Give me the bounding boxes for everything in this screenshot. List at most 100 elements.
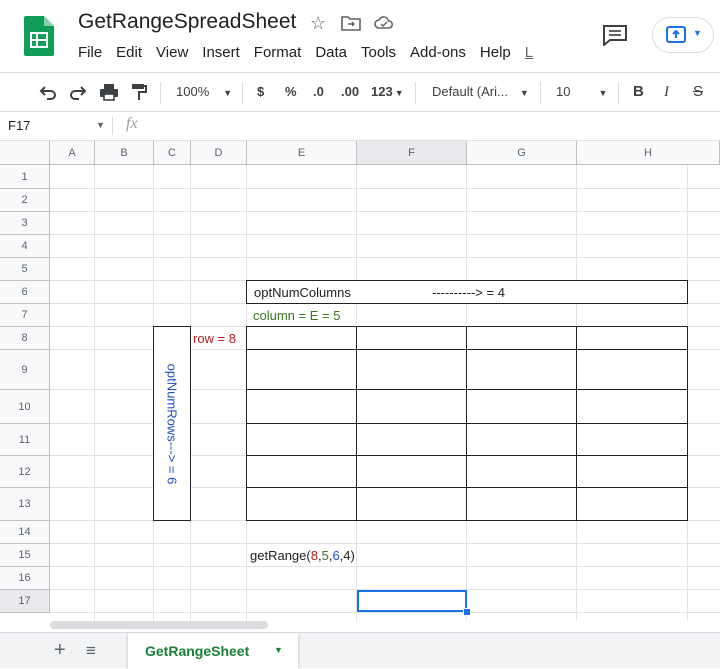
fill-handle[interactable] xyxy=(463,608,471,616)
sheet-tab-getrangesheet[interactable]: GetRangeSheet ▼ xyxy=(128,633,298,669)
gridline xyxy=(50,257,720,258)
gridline xyxy=(94,165,95,621)
chevron-down-icon[interactable]: ▼ xyxy=(96,120,105,130)
chevron-down-icon: ▼ xyxy=(598,87,608,98)
range-border xyxy=(246,520,688,521)
bold-button[interactable]: B xyxy=(633,83,644,101)
row-header-2[interactable]: 2 xyxy=(0,189,50,212)
present-button[interactable]: ▼ xyxy=(652,17,714,53)
chevron-down-icon: ▼ xyxy=(519,87,529,98)
select-all-corner[interactable] xyxy=(0,141,50,165)
chevron-down-icon: ▼ xyxy=(223,87,233,98)
menu-format[interactable]: Format xyxy=(254,44,302,61)
row-header-16[interactable]: 16 xyxy=(0,567,50,590)
row-header-13[interactable]: 13 xyxy=(0,488,50,521)
chevron-down-icon: ▼ xyxy=(394,87,404,98)
menu-file[interactable]: File xyxy=(78,44,102,61)
font-family-select[interactable]: Default (Ari... ▼ xyxy=(432,83,529,102)
percent-format-button[interactable]: % xyxy=(285,83,297,101)
formula-row-arg: 8 xyxy=(310,548,318,563)
toolbar-divider xyxy=(160,82,161,104)
range-border xyxy=(246,349,688,350)
gridline xyxy=(50,211,720,212)
row-header-7[interactable]: 7 xyxy=(0,304,50,327)
formula-suffix: ) xyxy=(350,548,355,563)
column-header-f[interactable]: F xyxy=(357,141,467,165)
menu-view[interactable]: View xyxy=(156,44,188,61)
cell-border xyxy=(246,280,688,281)
print-icon[interactable] xyxy=(99,83,119,101)
cell-border xyxy=(153,326,191,327)
menu-tools[interactable]: Tools xyxy=(361,44,396,61)
column-header-g[interactable]: G xyxy=(467,141,577,165)
row-header-3[interactable]: 3 xyxy=(0,212,50,235)
cell-e6-label: optNumColumns xyxy=(254,285,351,300)
all-sheets-icon[interactable]: ≡ xyxy=(86,641,96,661)
increase-decimal-button[interactable]: .00 xyxy=(341,83,359,101)
menu-help[interactable]: Help xyxy=(480,44,511,61)
formula-column-arg: 5 xyxy=(321,548,329,563)
column-header-a[interactable]: A xyxy=(50,141,95,165)
range-border xyxy=(246,487,688,488)
menu-edit[interactable]: Edit xyxy=(116,44,142,61)
column-header-b[interactable]: B xyxy=(95,141,154,165)
toolbar: 100% ▼ $ % .0 .00 123 ▼ Default (Ari... ▼ 1… xyxy=(0,72,720,112)
selected-cell-f17[interactable] xyxy=(357,590,467,612)
star-icon[interactable]: ☆ xyxy=(310,12,326,34)
row-header-12[interactable]: 12 xyxy=(0,456,50,488)
range-border xyxy=(246,455,688,456)
range-border xyxy=(246,326,247,521)
chevron-down-icon[interactable]: ▼ xyxy=(274,645,283,655)
row-header-4[interactable]: 4 xyxy=(0,235,50,258)
row-header-1[interactable]: 1 xyxy=(0,165,50,189)
redo-icon[interactable] xyxy=(68,83,88,101)
formula-numrows-arg: 6 xyxy=(332,548,340,563)
row-header-10[interactable]: 10 xyxy=(0,390,50,424)
undo-icon[interactable] xyxy=(38,83,58,101)
horizontal-scrollbar[interactable] xyxy=(50,621,268,629)
column-header-d[interactable]: D xyxy=(191,141,247,165)
sheets-logo-icon[interactable] xyxy=(24,16,54,56)
paint-format-icon[interactable] xyxy=(130,83,148,101)
row-header-11[interactable]: 11 xyxy=(0,424,50,456)
row-header-17[interactable]: 17 xyxy=(0,590,50,613)
range-border xyxy=(687,326,688,521)
cell-border xyxy=(687,280,688,304)
cell-border xyxy=(246,303,688,304)
sheet-tab-bar: + ≡ GetRangeSheet ▼ xyxy=(0,632,720,669)
cell-c8-rotated: optNumRows---> = 6 xyxy=(164,363,180,485)
present-dropdown-icon[interactable]: ▼ xyxy=(693,28,702,38)
row-header-8[interactable]: 8 xyxy=(0,327,50,350)
menu-data[interactable]: Data xyxy=(315,44,347,61)
zoom-select[interactable]: 100% ▼ xyxy=(176,83,232,102)
formula-divider xyxy=(112,117,113,135)
toolbar-divider xyxy=(618,82,619,104)
strikethrough-button[interactable]: S xyxy=(693,83,703,101)
column-header-c[interactable]: C xyxy=(154,141,191,165)
number-format-select[interactable]: 123 ▼ xyxy=(371,83,404,102)
currency-format-button[interactable]: $ xyxy=(257,83,264,101)
cell-border xyxy=(153,326,154,521)
row-header-14[interactable]: 14 xyxy=(0,521,50,544)
menu-addons[interactable]: Add-ons xyxy=(410,44,466,61)
name-box[interactable]: F17 xyxy=(8,118,30,133)
sheet-tab-label: GetRangeSheet xyxy=(145,643,250,659)
move-folder-icon[interactable] xyxy=(341,14,361,32)
menu-insert[interactable]: Insert xyxy=(202,44,240,61)
row-header-15[interactable]: 15 xyxy=(0,544,50,567)
add-sheet-icon[interactable]: + xyxy=(54,639,66,662)
menu-last-edit[interactable]: L xyxy=(525,44,533,61)
italic-button[interactable]: I xyxy=(664,83,669,101)
font-size-select[interactable]: 10 ▼ xyxy=(556,83,607,102)
column-header-h[interactable]: H xyxy=(577,141,720,165)
document-title[interactable]: GetRangeSpreadSheet xyxy=(78,10,296,34)
range-border xyxy=(246,326,688,327)
row-header-9[interactable]: 9 xyxy=(0,350,50,390)
cloud-status-icon[interactable] xyxy=(374,15,394,31)
column-header-e[interactable]: E xyxy=(247,141,357,165)
row-header-6[interactable]: 6 xyxy=(0,281,50,304)
row-header-5[interactable]: 5 xyxy=(0,258,50,281)
comments-icon[interactable] xyxy=(602,24,628,46)
decrease-decimal-button[interactable]: .0 xyxy=(313,83,324,101)
spreadsheet-grid[interactable]: A B C D E F G H 1 2 3 4 5 6 7 8 9 10 11 … xyxy=(0,141,720,621)
